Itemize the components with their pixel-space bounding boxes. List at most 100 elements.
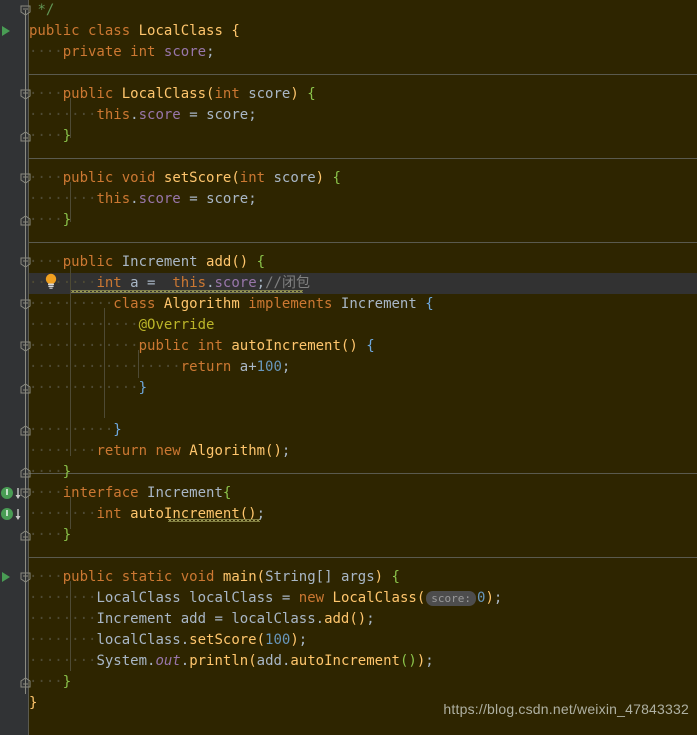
code-line-5[interactable]: ····public LocalClass(int score) { [29, 84, 697, 105]
code-line-13[interactable]: ····public Increment add() { [29, 252, 697, 273]
token-type-Increment: Increment [340, 296, 417, 312]
run-arrow-icon[interactable] [2, 26, 10, 36]
token-int: int [96, 275, 122, 291]
token-class-Algorithm: Algorithm [163, 296, 240, 312]
token-param-score: score [248, 86, 291, 102]
token-int: int [130, 44, 156, 60]
code-surface[interactable]: */ public class LocalClass { ····private… [29, 0, 697, 735]
run-arrow-icon[interactable] [2, 572, 10, 582]
code-line-2[interactable]: public class LocalClass { [29, 21, 697, 42]
code-line-3[interactable]: ····private int score; [29, 42, 697, 63]
code-line-28[interactable]: ····public static void main(String[] arg… [29, 567, 697, 588]
fold-end-icon[interactable] [20, 425, 31, 436]
token-public: public [62, 170, 114, 186]
implementing-method-icon[interactable]: I [1, 487, 15, 501]
token-static: static [121, 569, 173, 585]
abstract-method-squiggle [168, 519, 260, 522]
implementing-method-arrow-icon [14, 507, 22, 521]
editor-gutter[interactable] [0, 0, 28, 735]
token-method-main: main [222, 569, 257, 585]
token-field-score: score [163, 44, 207, 60]
fold-collapse-icon[interactable] [20, 341, 31, 352]
token-this: this [172, 275, 207, 291]
fold-end-icon[interactable] [20, 215, 31, 226]
inline-param-hint-score[interactable]: score: [426, 591, 476, 606]
code-line-15[interactable]: ··········class Algorithm implements Inc… [29, 294, 697, 315]
token-public: public [138, 338, 190, 354]
implementing-method-arrow-icon [14, 486, 22, 500]
token-var-a: a [130, 275, 139, 291]
fold-rail [25, 10, 26, 694]
fold-end-icon[interactable] [20, 5, 31, 16]
code-line-6[interactable]: ········this.score = score; [29, 105, 697, 126]
code-line-30[interactable]: ········Increment add = localClass.add()… [29, 609, 697, 630]
code-line-22[interactable]: ········return new Algorithm(); [29, 441, 697, 462]
code-line-9[interactable]: ····public void setScore(int score) { [29, 168, 697, 189]
code-line-7[interactable]: ····} [29, 126, 697, 147]
token-return: return [96, 443, 148, 459]
fold-end-icon[interactable] [20, 467, 31, 478]
token-void: void [121, 170, 156, 186]
token-class-name: LocalClass [138, 23, 223, 39]
code-line-32[interactable]: ········System.out.println(add.autoIncre… [29, 651, 697, 672]
fold-end-icon[interactable] [20, 530, 31, 541]
token-class: class [113, 296, 156, 312]
token-ctor-LocalClass: LocalClass [332, 590, 417, 606]
token-implements: implements [248, 296, 333, 312]
token-field-score: score [138, 191, 181, 207]
fold-collapse-icon[interactable] [20, 257, 31, 268]
code-line-11[interactable]: ····} [29, 210, 697, 231]
token-return: return [180, 359, 232, 375]
token-annotation-override: @Override [138, 317, 215, 333]
token-type-System: System [96, 653, 148, 669]
method-separator [29, 158, 697, 159]
fold-collapse-icon[interactable] [20, 89, 31, 100]
code-line-29[interactable]: ········LocalClass localClass = new Loca… [29, 588, 697, 609]
code-line-16[interactable]: ·············@Override [29, 315, 697, 336]
token-field-out: out [155, 653, 181, 669]
code-line-10[interactable]: ········this.score = score; [29, 189, 697, 210]
code-line-1[interactable]: */ [29, 0, 697, 21]
code-line-21[interactable]: ··········} [29, 420, 697, 441]
code-line-33[interactable]: ····} [29, 672, 697, 693]
warning-squiggle [71, 290, 303, 293]
token-void: void [180, 569, 215, 585]
intention-lightbulb-icon[interactable] [43, 272, 59, 290]
token-var-localClass: localClass [189, 590, 274, 606]
fold-end-icon[interactable] [20, 383, 31, 394]
fold-end-icon[interactable] [20, 677, 31, 688]
code-editor[interactable]: */ public class LocalClass { ····private… [0, 0, 697, 735]
method-separator [29, 557, 697, 558]
code-line-31[interactable]: ········localClass.setScore(100); [29, 630, 697, 651]
token-public: public [29, 23, 80, 39]
code-line-26[interactable]: ····} [29, 525, 697, 546]
token-int: int [239, 170, 266, 186]
token-var-localClass: localClass [231, 611, 316, 627]
token-public: public [62, 254, 114, 270]
token-int: int [214, 86, 240, 102]
method-separator [29, 473, 697, 474]
fold-end-icon[interactable] [20, 131, 31, 142]
fold-collapse-icon[interactable] [20, 572, 31, 583]
code-line-17[interactable]: ·············public int autoIncrement() … [29, 336, 697, 357]
fold-collapse-icon[interactable] [20, 299, 31, 310]
token-method-setScore: setScore [163, 170, 232, 186]
token-var-localClass: localClass [96, 632, 181, 648]
token-int: int [96, 506, 122, 522]
code-line-19[interactable]: ·············} [29, 378, 697, 399]
token-var-add: add [256, 653, 282, 669]
implementing-method-icon[interactable]: I [1, 508, 15, 522]
fold-collapse-icon[interactable] [20, 173, 31, 184]
code-line-24[interactable]: ····interface Increment{ [29, 483, 697, 504]
token-this: this [96, 107, 131, 123]
token-method-autoIncrement: autoIncrement [231, 338, 341, 354]
token-type-LocalClass: LocalClass [96, 590, 181, 606]
token-type-Increment: Increment [121, 254, 198, 270]
token-private: private [62, 44, 122, 60]
token-int: int [197, 338, 223, 354]
token-method-add: add [324, 611, 350, 627]
token-comment-closure: //闭包 [265, 275, 310, 291]
code-line-25[interactable]: ········int autoIncrement(); [29, 504, 697, 525]
code-line-18[interactable]: ··················return a+100; [29, 357, 697, 378]
token-method-setScore: setScore [189, 632, 257, 648]
